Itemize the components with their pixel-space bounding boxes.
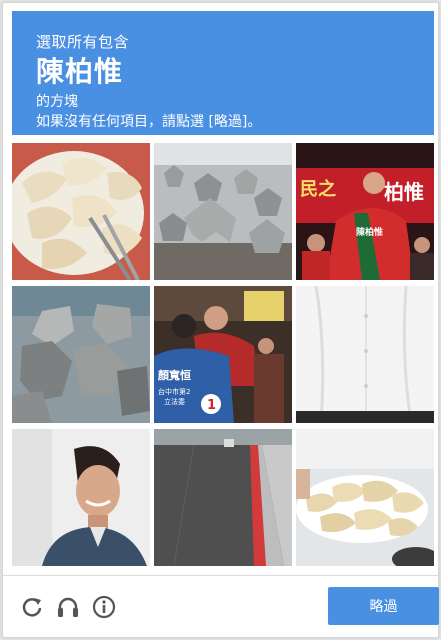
image-tile-8[interactable]	[154, 429, 292, 566]
smiling-man-image	[12, 429, 150, 566]
instruction-suffix: 的方塊	[36, 94, 78, 110]
rally-banner-text-b: 柏惟	[384, 180, 424, 204]
tetrapods-stacked-image	[12, 286, 150, 423]
image-tile-6[interactable]	[296, 286, 434, 423]
rally-banner-text-a: 民之	[300, 178, 336, 200]
rally-hug-image: 顏寬恒 台中市第2 立法委 1	[154, 286, 292, 423]
info-icon[interactable]	[91, 594, 117, 620]
image-tile-9[interactable]	[296, 429, 434, 566]
captcha-footer: 略過	[3, 576, 440, 639]
tetrapods-beach-image	[154, 143, 292, 280]
vest-name-text: 顏寬恒	[157, 368, 191, 382]
image-tile-3[interactable]: 民之 柏惟 陳柏惟	[296, 143, 434, 280]
image-tile-1[interactable]	[12, 143, 150, 280]
target-keyword: 陳柏惟	[36, 55, 124, 88]
skip-button[interactable]: 略過	[328, 587, 439, 625]
dumplings-plate-image	[296, 429, 434, 566]
image-tile-5[interactable]: 顏寬恒 台中市第2 立法委 1	[154, 286, 292, 423]
image-tile-2[interactable]	[154, 143, 292, 280]
image-tile-7[interactable]	[12, 429, 150, 566]
white-shirt-image	[296, 286, 434, 423]
dumplings-chopsticks-image	[12, 143, 150, 280]
captcha-frame: 選取所有包含 陳柏惟 的方塊 如果沒有任何項目，請點選 [略過]。 民之 柏惟 …	[2, 2, 440, 639]
vest-sub2-text: 立法委	[164, 397, 185, 406]
captcha-header: 選取所有包含 陳柏惟 的方塊 如果沒有任何項目，請點選 [略過]。	[12, 11, 434, 135]
skip-hint: 如果沒有任何項目，請點選 [略過]。	[36, 114, 262, 130]
reload-icon[interactable]	[19, 594, 45, 620]
vest-sub-text: 台中市第2	[158, 387, 190, 396]
instruction-text: 選取所有包含	[36, 33, 130, 51]
rally-candidate-image: 民之 柏惟 陳柏惟	[296, 143, 434, 280]
vest-number-text: 1	[207, 398, 216, 413]
image-grid: 民之 柏惟 陳柏惟 顏寬恒 台中市第2 立法委 1	[12, 143, 434, 566]
street-red-curb-image	[154, 429, 292, 566]
image-tile-4[interactable]	[12, 286, 150, 423]
rally-sash-text: 陳柏惟	[356, 226, 383, 238]
audio-icon[interactable]	[55, 594, 81, 620]
